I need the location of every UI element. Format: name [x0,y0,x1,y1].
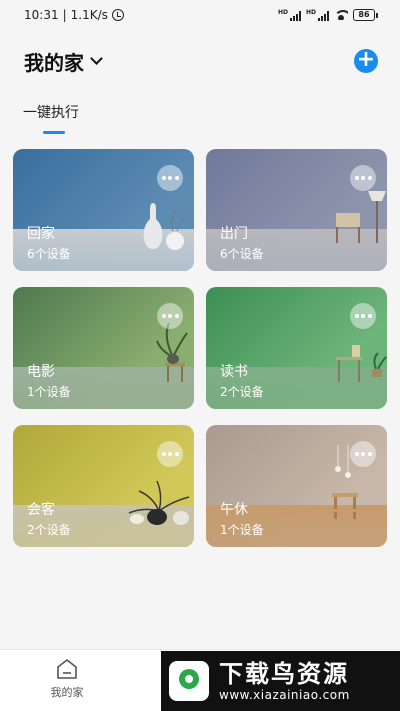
network-speed: 1.1K/s [70,8,108,22]
signal-icon-2: HD [305,8,329,21]
more-button[interactable] [350,303,376,329]
scene-name: 午休 [220,502,248,518]
watermark-title: 下载鸟资源 [219,660,349,688]
status-right: HD HD 86 [278,9,378,21]
scene-card-home[interactable]: 回家 6个设备 [13,149,194,271]
status-bar: 10:31 | 1.1K/s HD HD 86 [0,0,400,30]
scene-card-guests[interactable]: 会客 2个设备 [13,425,194,547]
tab-one-key[interactable]: 一键执行 [23,102,79,134]
scene-grid: 回家 6个设备 出门 6个设备 电影 1个设备 读书 2个设备 会客 2个设备 … [13,149,387,547]
battery-icon: 86 [353,9,378,21]
signal-icon-1: HD [277,8,301,21]
more-button[interactable] [157,303,183,329]
scene-device-count: 1个设备 [27,385,71,399]
nav-label-home: 我的家 [50,686,84,699]
home-selector[interactable]: 我的家 [24,47,103,76]
scene-name: 会客 [27,502,55,518]
bird-logo-icon [169,661,209,701]
vase-decoration [143,203,190,250]
scene-device-count: 1个设备 [220,523,264,537]
scene-card-movie[interactable]: 电影 1个设备 [13,287,194,409]
scene-device-count: 6个设备 [220,247,264,261]
status-time: 10:31 [24,8,59,22]
more-button[interactable] [350,441,376,467]
watermark-url: www.xiazainiao.com [219,688,350,702]
more-button[interactable] [157,441,183,467]
header: 我的家 + [24,44,380,78]
page-title: 我的家 [24,50,84,75]
scene-device-count: 2个设备 [220,385,264,399]
table-decoration [336,345,387,382]
scene-name: 读书 [220,364,248,380]
scene-device-count: 2个设备 [27,523,71,537]
tab-label: 一键执行 [23,105,79,121]
scene-card-nap[interactable]: 午休 1个设备 [206,425,387,547]
wifi-icon [334,10,348,20]
plus-icon: + [356,47,376,72]
alarm-icon [111,9,124,21]
battery-level: 86 [353,9,375,21]
watermark-text: 下载鸟资源 www.xiazainiao.com [219,660,350,702]
scene-device-count: 6个设备 [27,247,71,261]
chair-lamp-decoration [336,191,386,243]
hd-label-2: HD [305,8,316,16]
bonsai-decoration [128,480,190,525]
more-button[interactable] [350,165,376,191]
tab-active-indicator [43,131,65,134]
hd-label-1: HD [277,8,288,16]
status-left: 10:31 | 1.1K/s [24,8,124,22]
status-separator: | [62,8,67,22]
chevron-down-icon [90,52,103,65]
add-button[interactable]: + [354,49,378,73]
scene-name: 电影 [27,364,55,380]
scene-name: 回家 [27,226,55,242]
scene-name: 出门 [220,226,248,242]
scene-card-out[interactable]: 出门 6个设备 [206,149,387,271]
watermark: 下载鸟资源 www.xiazainiao.com [161,651,400,711]
scene-card-reading[interactable]: 读书 2个设备 [206,287,387,409]
nav-tab-home[interactable]: 我的家 [46,658,88,700]
home-icon [56,658,78,680]
more-button[interactable] [157,165,183,191]
